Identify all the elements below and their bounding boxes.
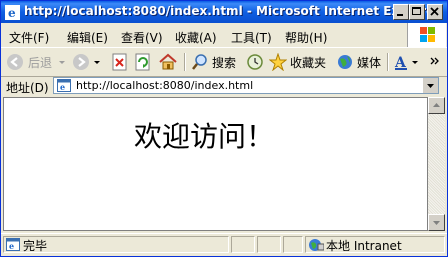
home-button[interactable] [158,52,178,72]
address-label: 地址(D) [6,81,49,95]
minimize-icon [397,14,403,16]
svg-text:e: e [8,6,16,20]
stop-icon [112,53,127,71]
arrow-down-icon [433,221,440,225]
status-cell-blank [283,236,303,253]
favorites-label: 收藏夹 [290,55,327,70]
browser-window: e http://localhost:8080/index.html - Mic… [0,0,448,257]
windows-flag-icon [420,27,435,42]
status-cell-blank [257,236,281,253]
status-main-cell: e 完毕 [3,236,229,253]
scroll-up-button[interactable] [428,97,445,114]
close-icon [430,7,439,16]
address-dropdown[interactable] [422,78,438,93]
home-icon [159,53,177,70]
windows-logo [407,23,446,47]
address-input[interactable]: e http://localhost:8080/index.html [53,77,439,94]
page-icon: e [57,79,71,92]
maximize-button[interactable] [409,4,425,20]
toolbar-separator [387,53,389,71]
chevron-down-icon [59,61,65,64]
page-content: 欢迎访问！ [3,97,428,231]
star-icon [269,53,287,71]
back-label: 后退 [28,55,53,70]
menu-bar: 文件(F) 编辑(E) 查看(V) 收藏(A) 工具(T) 帮助(H) [1,25,447,47]
search-label: 搜索 [212,55,237,70]
toolbar-overflow-button[interactable] [429,52,441,72]
intranet-globe-icon [309,239,324,251]
chevron-down-icon [94,61,100,64]
edit-a-icon: A [394,55,407,71]
menu-favorites[interactable]: 收藏(A) [175,29,217,46]
history-icon [247,54,263,70]
chevron-down-icon [427,84,434,88]
maximize-icon [412,7,421,15]
refresh-button[interactable] [134,52,152,72]
back-arrow-icon [7,54,23,70]
media-label: 媒体 [357,55,382,70]
back-button[interactable]: 后退 [5,52,52,72]
status-cell-blank [231,236,255,253]
forward-button[interactable] [71,52,91,72]
forward-dropdown[interactable] [93,52,101,72]
minimize-button[interactable] [393,4,409,20]
status-text: 完毕 [23,239,48,253]
menu-file[interactable]: 文件(F) [9,29,49,46]
media-globe-icon [338,55,352,69]
svg-text:e: e [9,241,14,251]
status-bar: e 完毕 本地 Intranet [1,233,447,256]
svg-text:e: e [60,82,65,92]
standard-toolbar: 后退 搜索 收藏夹 媒体 A [1,47,447,77]
toolbar-separator [184,53,186,71]
close-button[interactable] [427,4,443,20]
stop-button[interactable] [111,52,129,72]
status-zone-cell: 本地 Intranet [305,236,445,253]
title-bar[interactable]: e http://localhost:8080/index.html - Mic… [1,1,447,23]
menu-tools[interactable]: 工具(T) [231,29,272,46]
media-button[interactable]: 媒体 [336,52,381,72]
history-button[interactable] [246,52,264,72]
address-bar: 地址(D) e http://localhost:8080/index.html [1,76,447,96]
address-url: http://localhost:8080/index.html [76,79,254,92]
forward-arrow-icon [73,54,89,70]
window-title: http://localhost:8080/index.html - Micro… [24,4,441,18]
greeting-heading: 欢迎访问！ [134,120,275,153]
scroll-down-button[interactable] [428,214,445,231]
menu-view[interactable]: 查看(V) [121,29,163,46]
ie-logo-icon: e [5,5,20,20]
search-icon [192,54,207,70]
arrow-up-icon [433,103,440,107]
vertical-scrollbar[interactable] [428,97,445,231]
menu-edit[interactable]: 编辑(E) [67,29,108,46]
zone-label: 本地 Intranet [326,239,402,253]
search-button[interactable]: 搜索 [191,52,236,72]
menu-help[interactable]: 帮助(H) [285,29,327,46]
refresh-icon [135,53,150,71]
page-done-icon: e [6,238,20,251]
edit-button[interactable]: A [393,52,419,72]
favorites-button[interactable]: 收藏夹 [269,52,326,72]
chevron-down-icon [412,61,418,64]
back-dropdown[interactable] [58,52,66,72]
chevrons-right-icon [430,57,439,65]
